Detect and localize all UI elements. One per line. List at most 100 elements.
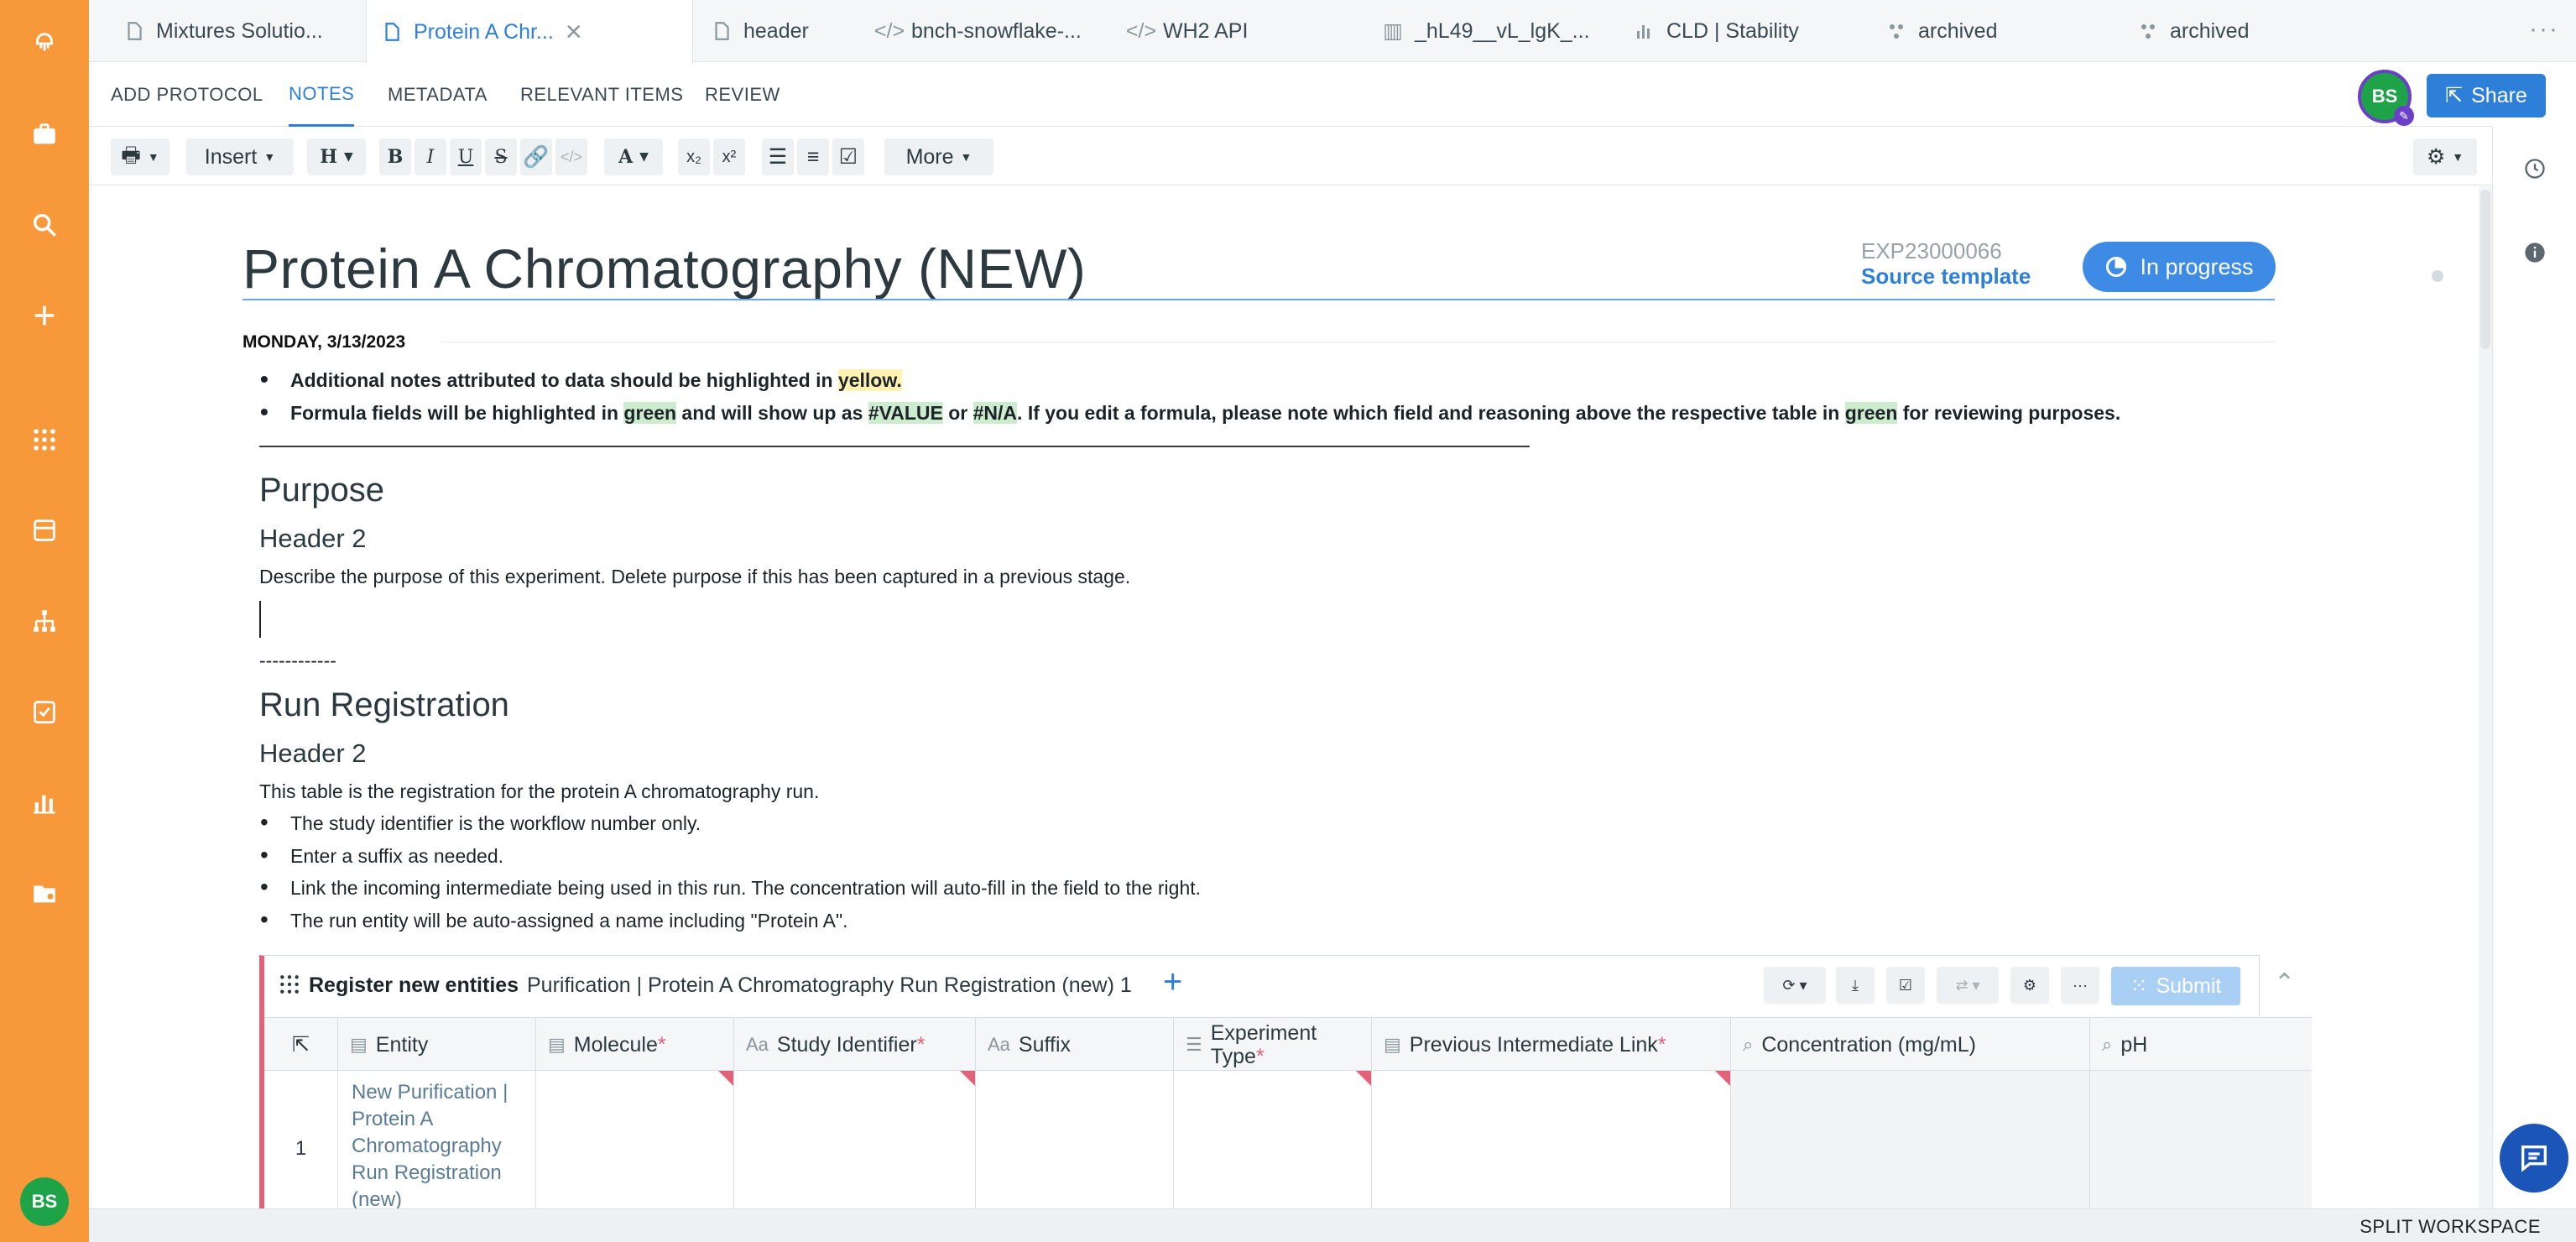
column-suffix[interactable]: Aa Suffix [976, 1018, 1174, 1072]
submit-button[interactable]: ⁙ Submit [2111, 967, 2240, 1005]
chevron-up-icon[interactable]: ⌃ [2274, 968, 2295, 998]
note-bullet: Additional notes attributed to data shou… [260, 366, 902, 393]
table-settings-button[interactable]: ⚙ [2010, 967, 2049, 1004]
highlight-green: green [623, 402, 677, 424]
comment-anchor-dot[interactable] [2432, 270, 2443, 282]
tab-archived-2[interactable]: archived [2136, 0, 2250, 62]
close-icon[interactable]: × [566, 18, 582, 46]
select-all-icon[interactable]: ⇱ [264, 1018, 338, 1072]
refresh-dropdown[interactable]: ⟳ ▾ [1764, 967, 1826, 1004]
link-button[interactable]: 🔗 [520, 138, 552, 175]
column-study-identifier[interactable]: Aa Study Identifier * [734, 1018, 976, 1072]
app-logo-icon[interactable] [0, 18, 89, 69]
link-icon: 🔗 [523, 144, 550, 169]
folder-settings-icon[interactable] [0, 868, 89, 918]
column-label: Molecule [573, 1032, 658, 1057]
tab-add-protocol[interactable]: ADD PROTOCOL [111, 63, 263, 127]
code-button[interactable]: </> [555, 138, 587, 175]
document-icon [380, 20, 404, 44]
source-template-link[interactable]: Source template [1861, 264, 2031, 290]
font-color-label: A [618, 146, 634, 168]
tab-notes[interactable]: NOTES [289, 63, 355, 127]
create-plus-icon[interactable] [0, 290, 89, 341]
numbered-list-button[interactable]: ≡ [797, 138, 829, 175]
projects-icon[interactable] [0, 109, 89, 159]
previous-intermediate-cell[interactable] [1372, 1071, 1731, 1208]
more-dropdown[interactable]: More ▼ [884, 138, 993, 175]
bottom-bar: SPLIT WORKSPACE [89, 1208, 2576, 1242]
print-button[interactable]: 🖶 ▼ [111, 138, 169, 175]
tab-metadata[interactable]: METADATA [388, 63, 488, 127]
font-color-dropdown[interactable]: A ▼ [604, 138, 663, 175]
column-ph[interactable]: ⌕ pH [2090, 1018, 2312, 1072]
tab-label: archived [1918, 18, 1998, 43]
search-icon[interactable] [0, 200, 89, 250]
table-more-button[interactable]: ··· [2061, 967, 2099, 1004]
tab-relevant-items[interactable]: RELEVANT ITEMS [520, 63, 683, 127]
bullet-list-button[interactable]: ☰ [762, 138, 794, 175]
italic-button[interactable]: I [415, 138, 446, 175]
submit-grid-icon: ⁙ [2130, 974, 2148, 998]
tab-overflow-icon[interactable]: ··· [2529, 15, 2559, 44]
tab-hl49[interactable]: ▥ _hL49__vL_lgK_... [1381, 0, 1590, 62]
strikethrough-button[interactable]: S [485, 138, 517, 175]
bold-button[interactable]: B [379, 138, 411, 175]
text-icon: Aa [988, 1034, 1010, 1055]
underline-button[interactable]: U [450, 138, 482, 175]
run-subheading: Header 2 [259, 738, 367, 768]
tab-header[interactable]: header [710, 0, 809, 62]
settings-dropdown[interactable]: ⚙ ▼ [2413, 138, 2477, 175]
column-concentration[interactable]: ⌕ Concentration (mg/mL) [1731, 1018, 2090, 1072]
insert-dropdown[interactable]: Insert ▼ [186, 138, 294, 175]
columns-dropdown[interactable]: ⇄ ▾ [1937, 967, 1999, 1004]
entity-name[interactable]: New Purification | Protein A Chromatogra… [352, 1079, 528, 1208]
table-icon: ▤ [350, 1034, 368, 1055]
molecule-cell[interactable] [536, 1071, 734, 1208]
scrollbar-thumb[interactable] [2480, 190, 2490, 349]
validate-button[interactable]: ☑ [1886, 967, 1925, 1004]
column-experiment-type[interactable]: ☰ Experiment Type* [1174, 1018, 1372, 1072]
schema-name[interactable]: Purification | Protein A Chromatography … [527, 973, 1132, 998]
tab-cld-stability[interactable]: CLD | Stability [1633, 0, 1799, 62]
column-label: pH [2120, 1032, 2148, 1057]
study-identifier-cell[interactable] [734, 1071, 976, 1208]
apps-grid-icon[interactable] [0, 415, 89, 465]
column-entity[interactable]: ▤ Entity [338, 1018, 536, 1072]
refresh-icon: ⟳ ▾ [1782, 976, 1807, 994]
info-icon[interactable] [2518, 236, 2552, 269]
status-badge[interactable]: In progress [2083, 242, 2276, 292]
history-clock-icon[interactable] [2518, 152, 2552, 185]
note-text: Additional notes attributed to data shou… [290, 369, 838, 391]
split-workspace-button[interactable]: SPLIT WORKSPACE [2360, 1216, 2541, 1238]
sidebar-user-avatar[interactable]: BS [20, 1177, 69, 1226]
insights-chart-icon[interactable] [0, 777, 89, 827]
drag-handle-icon[interactable] [279, 973, 300, 995]
page-title[interactable]: Protein A Chromatography (NEW) [242, 237, 1086, 300]
add-icon[interactable]: + [1163, 963, 1182, 1001]
tab-mixtures[interactable]: Mixtures Solutio... [123, 0, 323, 62]
requests-icon[interactable] [0, 686, 89, 737]
column-label: Experiment Type* [1211, 1021, 1317, 1068]
tab-label: _hL49__vL_lgK_... [1415, 18, 1590, 43]
tab-protein-a[interactable]: Protein A Chr... × [366, 0, 693, 64]
heading-dropdown[interactable]: H ▼ [307, 138, 366, 175]
tab-review[interactable]: REVIEW [705, 63, 780, 127]
chat-support-button[interactable] [2500, 1124, 2568, 1192]
superscript-button[interactable]: x² [713, 138, 745, 175]
experiment-type-cell[interactable] [1174, 1071, 1372, 1208]
column-molecule[interactable]: ▤ Molecule * [536, 1018, 734, 1072]
import-button[interactable]: ⤓ [1836, 967, 1875, 1004]
share-button[interactable]: ⇱ Share [2427, 74, 2546, 117]
inventory-icon[interactable] [0, 505, 89, 556]
share-label: Share [2471, 83, 2527, 107]
share-icon: ⇱ [2445, 84, 2464, 107]
checklist-button[interactable]: ☑ [832, 138, 864, 175]
subscript-button[interactable]: x₂ [678, 138, 710, 175]
column-previous-intermediate-link[interactable]: ▤ Previous Intermediate Link * [1372, 1018, 1731, 1072]
workflow-icon[interactable] [0, 596, 89, 646]
tab-bnch-snowflake[interactable]: </> bnch-snowflake-... [874, 0, 1082, 62]
tab-archived-1[interactable]: archived [1885, 0, 1998, 62]
tab-wh2-api[interactable]: </> WH2 API [1126, 0, 1249, 62]
suffix-cell[interactable] [976, 1071, 1174, 1208]
required-flag [1356, 1071, 1371, 1086]
